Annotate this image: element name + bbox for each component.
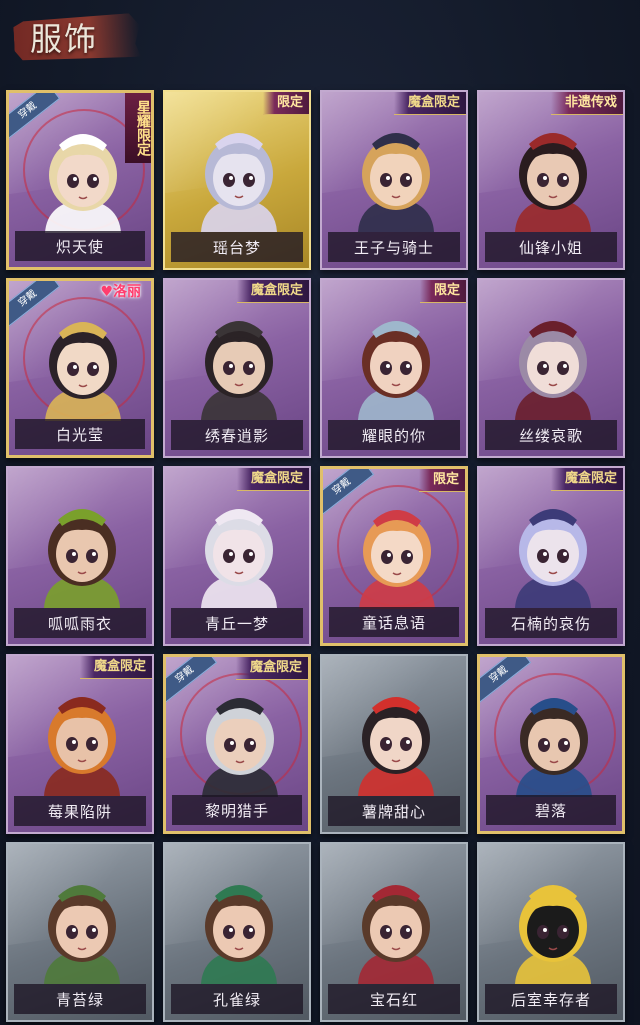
outfit-name: 仙锋小姐: [485, 232, 617, 262]
limited-badge: 魔盒限定: [393, 92, 466, 115]
limited-badge: 魔盒限定: [79, 656, 152, 679]
outfit-name: 炽天使: [15, 231, 145, 261]
outfit-card[interactable]: 宝石红: [320, 842, 468, 1022]
character-portrait: [44, 509, 120, 608]
outfit-card[interactable]: 限定 穿戴 童话息语: [320, 466, 468, 646]
character-portrait: [515, 321, 591, 420]
character-portrait: [515, 509, 591, 608]
character-portrait: [45, 134, 121, 233]
outfit-card[interactable]: ♥洛丽 穿戴 白光莹: [6, 278, 154, 458]
outfit-name: 瑶台梦: [171, 232, 303, 262]
outfit-name: 王子与骑士: [328, 232, 460, 262]
outfit-name: 白光莹: [15, 419, 145, 449]
limited-badge: 魔盒限定: [236, 468, 309, 491]
limited-badge: 魔盒限定: [235, 657, 308, 680]
outfit-name: 绣春逍影: [171, 420, 303, 450]
limited-badge: 非遗传戏: [550, 92, 623, 115]
outfit-name: 青丘一梦: [171, 608, 303, 638]
limited-badge: 魔盒限定: [550, 468, 623, 491]
outfit-name: 后室幸存者: [485, 984, 617, 1014]
outfit-card[interactable]: 魔盒限定青丘一梦: [163, 466, 311, 646]
outfit-card[interactable]: 限定瑶台梦: [163, 90, 311, 270]
character-portrait: [516, 698, 592, 797]
outfit-name: 石楠的哀伤: [485, 608, 617, 638]
character-portrait: [44, 697, 120, 796]
outfit-name: 碧落: [486, 795, 616, 825]
limited-badge: 限定: [262, 92, 309, 115]
outfit-name: 青苔绿: [14, 984, 146, 1014]
limited-badge: 星耀限定: [125, 93, 151, 163]
outfit-card[interactable]: 孔雀绿: [163, 842, 311, 1022]
outfit-name: 耀眼的你: [328, 420, 460, 450]
character-portrait: [515, 133, 591, 232]
character-portrait: [359, 510, 435, 609]
character-portrait: [201, 885, 277, 984]
limited-badge: 限定: [418, 469, 465, 492]
outfit-name: 黎明猎手: [172, 795, 302, 825]
character-portrait: [358, 697, 434, 796]
outfit-name: 孔雀绿: [171, 984, 303, 1014]
character-portrait: [201, 133, 277, 232]
limited-badge: ♥洛丽: [100, 284, 141, 300]
character-portrait: [201, 509, 277, 608]
outfit-card[interactable]: 穿戴 碧落: [477, 654, 625, 834]
character-portrait: [515, 885, 591, 984]
outfit-card[interactable]: 丝缕哀歌: [477, 278, 625, 458]
limited-badge: 限定: [419, 280, 466, 303]
outfit-card[interactable]: 魔盒限定 穿戴 黎明猎手: [163, 654, 311, 834]
character-portrait: [202, 698, 278, 797]
outfit-name: 童话息语: [329, 607, 459, 637]
character-portrait: [44, 885, 120, 984]
outfit-card[interactable]: 呱呱雨衣: [6, 466, 154, 646]
outfit-card[interactable]: 薯牌甜心: [320, 654, 468, 834]
outfit-card[interactable]: 后室幸存者: [477, 842, 625, 1022]
outfit-card[interactable]: 非遗传戏仙锋小姐: [477, 90, 625, 270]
outfit-card[interactable]: 魔盒限定莓果陷阱: [6, 654, 154, 834]
outfit-name: 呱呱雨衣: [14, 608, 146, 638]
character-portrait: [358, 885, 434, 984]
outfit-name: 薯牌甜心: [328, 796, 460, 826]
outfit-card[interactable]: 限定耀眼的你: [320, 278, 468, 458]
character-portrait: [358, 133, 434, 232]
character-portrait: [45, 322, 121, 421]
outfit-grid: 星耀限定 穿戴 炽天使 限定 瑶台梦 魔盒限定 王子与骑士 非遗传戏 仙锋小姐 ♥洛丽 穿戴 白光莹魔…: [0, 0, 640, 1025]
outfit-card[interactable]: 魔盒限定绣春逍影: [163, 278, 311, 458]
character-portrait: [358, 321, 434, 420]
outfit-name: 丝缕哀歌: [485, 420, 617, 450]
outfit-card[interactable]: 星耀限定 穿戴 炽天使: [6, 90, 154, 270]
outfit-card[interactable]: 魔盒限定石楠的哀伤: [477, 466, 625, 646]
outfit-name: 宝石红: [328, 984, 460, 1014]
outfit-card[interactable]: 魔盒限定王子与骑士: [320, 90, 468, 270]
limited-badge: 魔盒限定: [236, 280, 309, 303]
outfit-name: 莓果陷阱: [14, 796, 146, 826]
character-portrait: [201, 321, 277, 420]
outfit-card[interactable]: 青苔绿: [6, 842, 154, 1022]
